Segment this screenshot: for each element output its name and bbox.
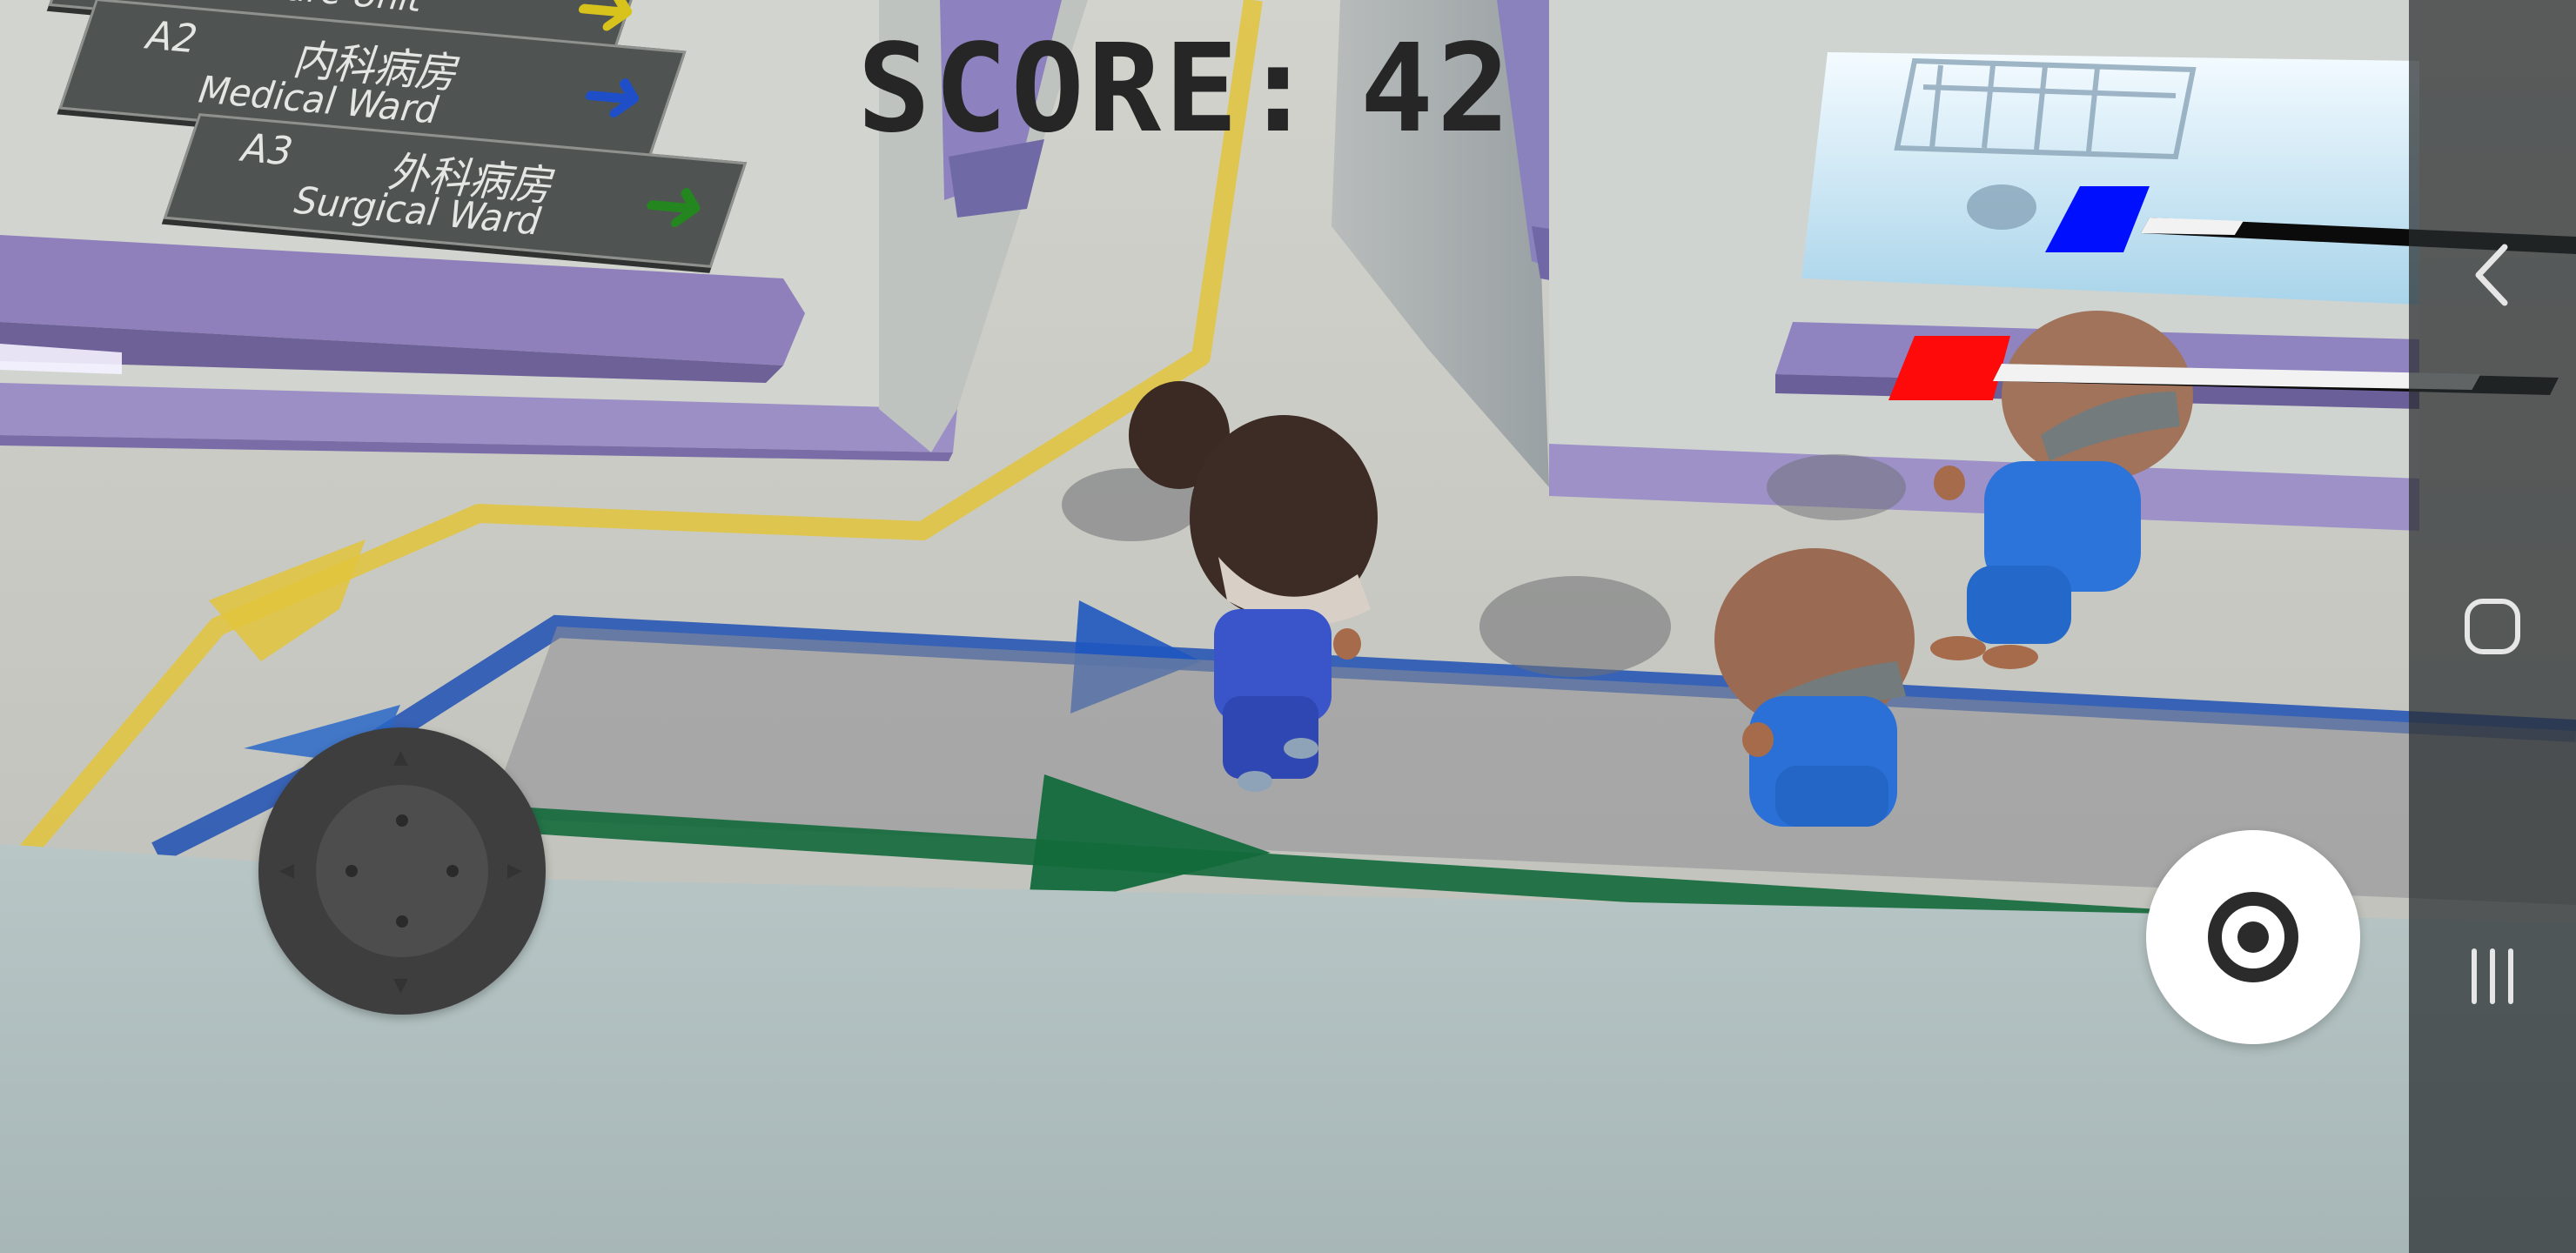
system-nav-bar: [2409, 0, 2576, 1253]
target-ring-icon: [2208, 892, 2298, 982]
dpad-up-dot: [396, 814, 408, 827]
back-button[interactable]: [2409, 214, 2576, 336]
virtual-joystick[interactable]: ▲ ▼ ◀ ▶: [258, 727, 546, 1015]
arrow-right-icon: ➜: [628, 157, 721, 252]
recents-button[interactable]: [2409, 915, 2576, 1037]
three-bars-icon: [2472, 948, 2513, 1004]
score-display: SCORE: 42: [857, 17, 1606, 160]
dpad-left-dot: [345, 865, 358, 877]
sign-code: A2: [139, 13, 205, 63]
blue-meter-fill: [2141, 218, 2244, 235]
chevron-up-icon: ▲: [393, 747, 408, 768]
blue-meter-swatch: [2045, 186, 2150, 252]
home-button[interactable]: [2409, 566, 2576, 687]
chevron-down-icon: ▼: [393, 975, 408, 996]
dpad-down-dot: [396, 915, 408, 928]
rounded-square-icon: [2465, 599, 2520, 654]
joystick-knob[interactable]: [316, 785, 488, 957]
dpad-right-dot: [446, 865, 459, 877]
chevron-left-icon: [2475, 244, 2508, 306]
score-label: SCORE:: [857, 17, 1318, 160]
chevron-right-icon: ▶: [507, 860, 522, 881]
arrow-right-icon: ➜: [567, 47, 661, 143]
chevron-left-icon: ◀: [279, 860, 294, 881]
score-value: 42: [1359, 17, 1514, 160]
action-button[interactable]: [2146, 830, 2360, 1044]
sign-code: A3: [234, 125, 299, 175]
red-meter-swatch: [1888, 336, 2010, 400]
